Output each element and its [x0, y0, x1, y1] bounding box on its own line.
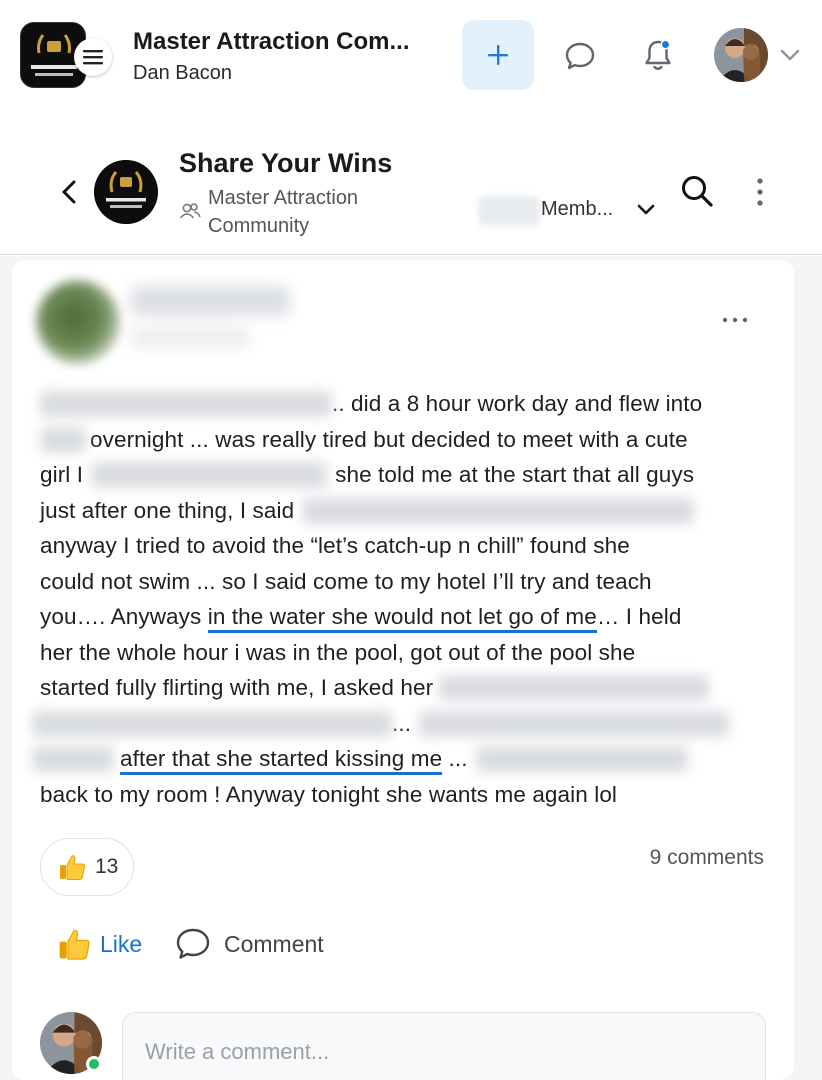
people-icon: [179, 203, 201, 219]
redacted-text: [302, 497, 695, 524]
create-button[interactable]: [462, 20, 534, 90]
post-body: .. did a 8 hour work day and flew into o…: [32, 386, 770, 813]
author-avatar-redacted[interactable]: [36, 280, 120, 364]
app-header: Master Attraction Com... Dan Bacon: [0, 0, 822, 110]
post-text-fragment: started fully flirting with me, I asked …: [40, 675, 434, 700]
post-text-fragment: she told me at the start that all guys: [335, 462, 695, 487]
post-line: back to my room ! Anyway tonight she wan…: [40, 777, 770, 813]
avatar-photo-icon: [714, 28, 768, 82]
comment-bubble-icon: [176, 928, 210, 959]
post-text-fragment: … I held: [596, 604, 682, 629]
members-count-redacted: [478, 196, 540, 226]
post-line: her the whole hour i was in the pool, go…: [40, 635, 770, 671]
post-text-fragment: overnight ... was really tired but decid…: [90, 426, 688, 452]
post-text-fragment: could not swim ... so I said come to my …: [40, 568, 652, 594]
chevron-down-icon: [780, 49, 800, 61]
group-logo[interactable]: [94, 160, 158, 224]
post-line: ...: [32, 706, 770, 742]
vertical-dots-icon: [757, 178, 763, 206]
post-line: anyway I tried to avoid the “let’s catch…: [40, 528, 770, 564]
post-feed: .. did a 8 hour work day and flew into o…: [0, 256, 822, 1080]
back-button[interactable]: [58, 178, 82, 206]
post-card: .. did a 8 hour work day and flew into o…: [12, 260, 794, 1080]
comment-input[interactable]: [122, 1012, 766, 1080]
post-line: just after one thing, I said: [40, 493, 770, 529]
like-button[interactable]: Like: [56, 924, 142, 964]
post-line: overnight ... was really tired but decid…: [40, 422, 770, 458]
reaction-summary[interactable]: 13: [40, 838, 134, 896]
messages-button[interactable]: [562, 38, 598, 74]
post-line: after that she started kissing me ...: [32, 741, 770, 777]
reaction-count: 13: [95, 855, 119, 878]
comment-label: Comment: [224, 930, 324, 957]
comment-button[interactable]: Comment: [174, 924, 324, 964]
menu-button[interactable]: [74, 38, 112, 76]
post-text-fragment: ...: [392, 710, 412, 736]
redacted-text: [439, 675, 710, 701]
members-dropdown[interactable]: [636, 202, 656, 218]
post-text-fragment: you…. Anyways: [40, 604, 208, 629]
horizontal-dots-icon: [722, 317, 748, 323]
highlighted-phrase: in the water she would not let go of me: [207, 604, 597, 633]
account-name: Dan Bacon: [133, 62, 232, 84]
redacted-text: [40, 391, 332, 417]
chevron-down-icon: [637, 204, 655, 215]
like-label: Like: [100, 930, 143, 957]
redacted-text: [91, 462, 328, 488]
post-text-fragment: .. did a 8 hour work day and flew into: [332, 391, 703, 416]
post-line: you…. Anyways in the water she would not…: [40, 599, 770, 635]
post-line: girl I she told me at the start that all …: [40, 457, 770, 493]
chat-bubble-icon: [565, 42, 595, 70]
community-name-link[interactable]: Master Attraction Community: [208, 184, 408, 240]
group-header: Share Your Wins Master Attraction Commun…: [0, 130, 822, 255]
search-button[interactable]: [680, 174, 714, 208]
notifications-button[interactable]: [640, 36, 676, 76]
group-title: Share Your Wins: [179, 148, 393, 178]
redacted-text: [475, 746, 688, 772]
chevron-left-icon: [62, 180, 76, 204]
laurel-logo-icon: [94, 160, 158, 224]
post-line: could not swim ... so I said come to my …: [40, 564, 770, 600]
user-avatar[interactable]: [714, 28, 768, 82]
post-text-fragment: just after one thing, I said: [40, 497, 295, 523]
app-title[interactable]: Master Attraction Com...: [133, 28, 409, 56]
post-text-fragment: ...: [442, 746, 468, 771]
post-text-fragment: her the whole hour i was in the pool, go…: [40, 639, 636, 665]
bell-icon: [645, 39, 671, 70]
plus-icon: [488, 45, 508, 65]
scrollbar-track[interactable]: [816, 256, 822, 1080]
post-text-fragment: anyway I tried to avoid the “let’s catch…: [40, 533, 630, 558]
community-icon: [179, 202, 201, 220]
online-status-indicator: [86, 1056, 102, 1072]
redacted-text: [32, 746, 114, 772]
post-options-button[interactable]: [720, 312, 750, 328]
members-label[interactable]: Memb...: [541, 198, 613, 221]
account-menu-button[interactable]: [778, 46, 802, 64]
highlighted-phrase: after that she started kissing me: [120, 746, 443, 775]
hamburger-icon: [83, 50, 103, 65]
redacted-text: [40, 426, 86, 453]
thumbs-up-icon: [60, 855, 86, 880]
author-name-redacted: [130, 286, 290, 316]
search-icon: [682, 176, 713, 207]
comments-count-link[interactable]: 9 comments: [650, 846, 764, 870]
group-options-button[interactable]: [752, 176, 768, 208]
post-line: started fully flirting with me, I asked …: [40, 670, 770, 706]
redacted-text: [419, 710, 730, 737]
post-line: .. did a 8 hour work day and flew into: [40, 386, 770, 422]
post-meta-redacted: [130, 326, 250, 348]
redacted-text: [32, 710, 392, 737]
post-text-fragment: girl I: [40, 462, 84, 487]
post-text-fragment: back to my room ! Anyway tonight she wan…: [40, 781, 618, 807]
thumbs-up-icon: [59, 929, 90, 960]
